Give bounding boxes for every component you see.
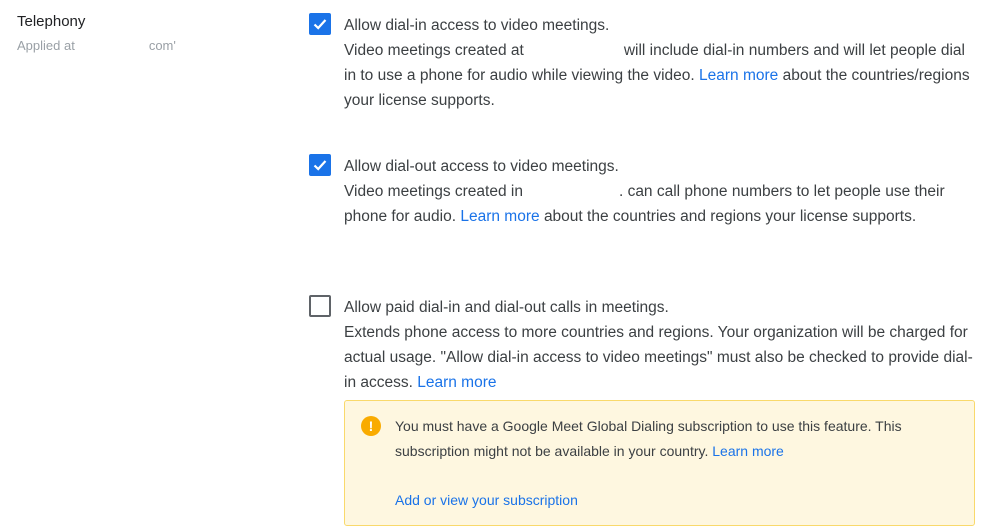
- dial-in-text: Allow dial-in access to video meetings. …: [344, 13, 974, 113]
- paid-calls-text: Allow paid dial-in and dial-out calls in…: [344, 295, 974, 395]
- dial-out-desc-end: about the countries and regions your lic…: [543, 208, 917, 225]
- checkmark-icon: [313, 160, 327, 171]
- checkmark-icon: [313, 19, 327, 30]
- paid-calls-description: Extends phone access to more countries a…: [344, 320, 974, 395]
- applied-suffix: com': [148, 38, 176, 53]
- section-title: Telephony: [17, 13, 86, 30]
- warning-icon: !: [361, 416, 381, 436]
- notice-text: You must have a Google Meet Global Diali…: [395, 418, 902, 459]
- dial-out-description: Video meetings created in . can call pho…: [344, 179, 974, 229]
- dial-in-desc-start: Video meetings created at: [344, 42, 524, 59]
- applied-at-label: Applied at com': [17, 37, 176, 55]
- setting-paid-calls: Allow paid dial-in and dial-out calls in…: [308, 295, 978, 395]
- dial-out-text: Allow dial-out access to video meetings.…: [344, 154, 974, 229]
- dial-in-description: Video meetings created at will include d…: [344, 38, 974, 113]
- setting-dial-in: Allow dial-in access to video meetings. …: [308, 13, 978, 113]
- dial-in-label: Allow dial-in access to video meetings.: [344, 17, 610, 34]
- setting-dial-out: Allow dial-out access to video meetings.…: [308, 154, 978, 254]
- dial-out-label: Allow dial-out access to video meetings.: [344, 158, 619, 175]
- dial-out-learn-more-link[interactable]: Learn more: [460, 208, 539, 225]
- dial-in-checkbox[interactable]: [309, 13, 331, 35]
- add-subscription-link[interactable]: Add or view your subscription: [395, 488, 578, 513]
- notice-message: You must have a Google Meet Global Diali…: [395, 414, 961, 464]
- paid-calls-learn-more-link[interactable]: Learn more: [417, 374, 496, 391]
- global-dialing-notice: ! You must have a Google Meet Global Dia…: [344, 400, 975, 526]
- paid-calls-label: Allow paid dial-in and dial-out calls in…: [344, 299, 669, 316]
- dial-out-checkbox[interactable]: [309, 154, 331, 176]
- applied-prefix: Applied at: [17, 38, 75, 53]
- dial-in-learn-more-link[interactable]: Learn more: [699, 67, 778, 84]
- dial-out-desc-start: Video meetings created in: [344, 183, 523, 200]
- paid-calls-checkbox[interactable]: [309, 295, 331, 317]
- notice-learn-more-link[interactable]: Learn more: [712, 443, 784, 459]
- redacted-domain: [74, 37, 149, 55]
